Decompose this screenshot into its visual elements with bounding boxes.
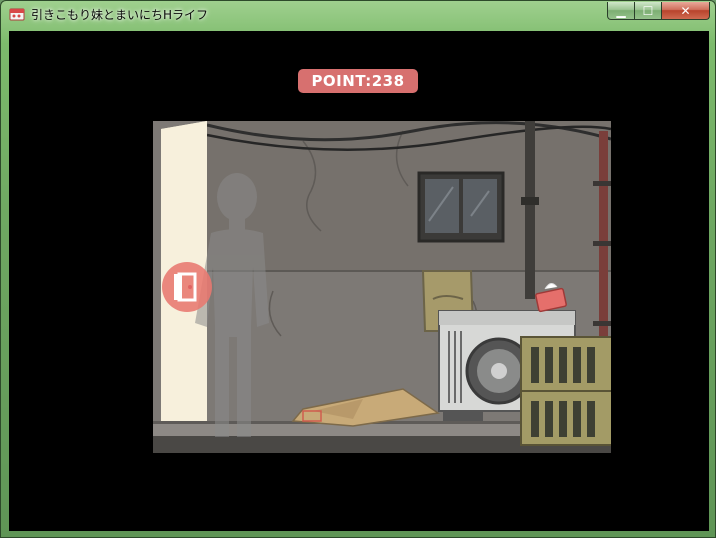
minimize-icon: ▁ bbox=[616, 3, 626, 18]
game-canvas[interactable]: POINT:238 bbox=[9, 31, 709, 531]
close-icon: ✕ bbox=[680, 3, 691, 18]
door-icon bbox=[174, 272, 197, 302]
point-counter: POINT:238 bbox=[298, 69, 418, 93]
maximize-button[interactable]: ☐ bbox=[634, 2, 662, 20]
game-window: 引きこもり妹とまいにちHライフ ▁ ☐ ✕ POINT:238 bbox=[0, 0, 716, 538]
maximize-icon: ☐ bbox=[642, 3, 654, 18]
title-bar[interactable]: 引きこもり妹とまいにちHライフ ▁ ☐ ✕ bbox=[1, 1, 715, 28]
window-title: 引きこもり妹とまいにちHライフ bbox=[31, 8, 209, 22]
exit-door-button[interactable] bbox=[162, 262, 212, 312]
minimize-button[interactable]: ▁ bbox=[607, 2, 635, 20]
rooftop-scene[interactable] bbox=[153, 121, 611, 453]
app-icon bbox=[9, 8, 25, 21]
close-button[interactable]: ✕ bbox=[661, 2, 710, 20]
scene-art bbox=[153, 121, 611, 453]
